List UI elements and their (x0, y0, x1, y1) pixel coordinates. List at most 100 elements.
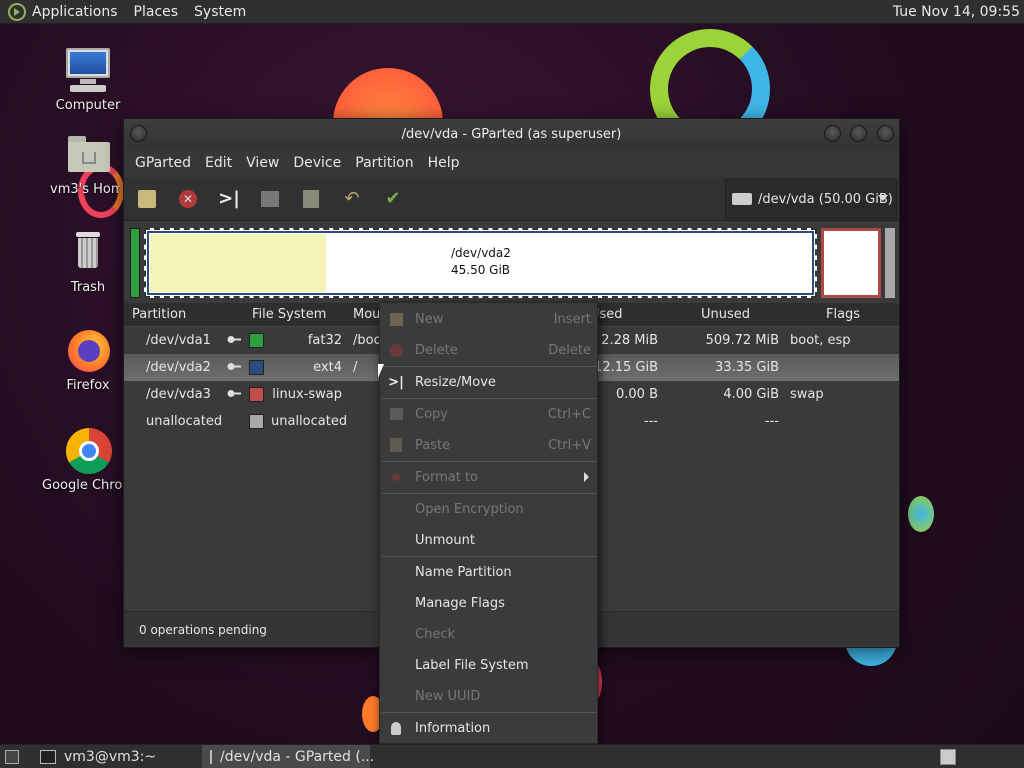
maximize-button[interactable] (850, 125, 867, 142)
minimize-button[interactable] (824, 125, 841, 142)
menu-item-manage-flags[interactable]: Manage Flags (380, 589, 599, 617)
menu-item-open-encryption[interactable]: Open Encryption (380, 495, 599, 523)
desktop-icon-label: Computer (55, 98, 121, 113)
cell-used: 12.15 GiB (594, 360, 658, 375)
desktop-icon-label: Google Chrome (42, 478, 128, 493)
menu-item-unmount[interactable]: Unmount (380, 526, 599, 554)
taskbar-item-gparted[interactable]: /dev/vda - GParted (... (202, 745, 374, 768)
partition-block-vda1[interactable] (130, 228, 140, 298)
operations-pending: 0 operations pending (139, 622, 267, 637)
copy-icon (388, 406, 404, 422)
col-mountpoint[interactable]: Mou (353, 307, 380, 322)
fs-color-swatch (249, 360, 264, 375)
key-icon (227, 333, 241, 343)
cell-partition: /dev/vda3 (146, 387, 211, 402)
desktop-icon-label: vm3's Home (50, 182, 120, 197)
decor-shape (908, 496, 934, 532)
disk-graphic: /dev/vda2 45.50 GiB (124, 221, 899, 301)
menu-item-new[interactable]: New Insert (380, 305, 599, 333)
resize-move-button[interactable]: >| (214, 184, 244, 214)
window-menu-button[interactable] (130, 125, 147, 142)
cell-unused: 509.72 MiB (705, 333, 779, 348)
menu-places[interactable]: Places (134, 4, 179, 20)
col-flags[interactable]: Flags (826, 307, 860, 322)
apply-button[interactable]: ✔ (378, 184, 408, 214)
menu-item-paste[interactable]: Paste Ctrl+V (380, 431, 599, 459)
menu-applications[interactable]: Applications (32, 4, 118, 20)
menu-item-delete[interactable]: Delete Delete (380, 336, 599, 364)
show-desktop-icon[interactable] (5, 750, 19, 764)
col-unused[interactable]: Unused (701, 307, 750, 322)
terminal-icon (40, 750, 56, 764)
chevron-down-icon (878, 195, 888, 201)
cell-unused: --- (764, 414, 779, 429)
format-icon (388, 469, 404, 485)
menu-separator (382, 556, 597, 557)
disk-icon (732, 193, 752, 205)
menu-item-check[interactable]: Check (380, 620, 599, 648)
menu-separator (382, 366, 597, 367)
menu-item-copy[interactable]: Copy Ctrl+C (380, 400, 599, 428)
desktop-icon-computer[interactable]: Computer (38, 46, 138, 113)
col-partition[interactable]: Partition (132, 307, 186, 322)
menu-gparted[interactable]: GParted (128, 155, 198, 171)
key-icon (227, 360, 241, 370)
device-selector[interactable]: /dev/vda (50.00 GiB) (725, 179, 897, 219)
home-folder-icon (64, 130, 112, 178)
col-filesystem[interactable]: File System (252, 307, 326, 322)
partition-context-menu: New Insert Delete Delete >| Resize/Move Cop… (379, 302, 598, 744)
menubar: GParted Edit View Device Partition Help (124, 149, 899, 177)
partition-block-unallocated[interactable] (885, 228, 895, 298)
menu-device[interactable]: Device (286, 155, 348, 171)
menu-system[interactable]: System (194, 4, 246, 20)
partition-block-vda2[interactable]: /dev/vda2 45.50 GiB (144, 228, 817, 298)
resize-icon: >| (218, 188, 240, 209)
menu-item-format-to[interactable]: Format to (380, 463, 599, 491)
cell-filesystem: unallocated (271, 414, 348, 429)
copy-icon (261, 190, 279, 207)
cell-used: 2.28 MiB (601, 333, 658, 348)
window-titlebar[interactable]: /dev/vda - GParted (as superuser) (124, 119, 899, 149)
trash-icon (64, 228, 112, 276)
key-icon (227, 387, 241, 397)
menu-item-resize-move[interactable]: >| Resize/Move (380, 368, 599, 396)
firefox-icon (64, 326, 112, 374)
cell-used: --- (643, 414, 658, 429)
menu-item-new-uuid[interactable]: New UUID (380, 682, 599, 710)
undo-icon: ↶ (344, 188, 360, 209)
mouse-cursor-icon (378, 364, 384, 378)
distro-logo-icon[interactable] (8, 2, 26, 21)
menu-view[interactable]: View (239, 155, 286, 171)
copy-button[interactable] (255, 184, 285, 214)
paste-icon (388, 437, 404, 453)
menu-separator (382, 712, 597, 713)
new-partition-button[interactable] (132, 184, 162, 214)
menu-separator (382, 461, 597, 462)
menu-help[interactable]: Help (421, 155, 467, 171)
clock[interactable]: Tue Nov 14, 09:55 (893, 4, 1020, 20)
menu-item-label-file-system[interactable]: Label File System (380, 651, 599, 679)
delete-icon (388, 342, 404, 358)
cell-mountpoint: / (353, 360, 358, 375)
fs-color-swatch (249, 333, 264, 348)
new-icon (388, 311, 404, 327)
menu-item-information[interactable]: Information (380, 714, 599, 742)
cell-filesystem: linux-swap (272, 387, 342, 402)
menu-item-name-partition[interactable]: Name Partition (380, 558, 599, 586)
delete-partition-button[interactable]: ✕ (173, 184, 203, 214)
info-icon (388, 720, 404, 736)
paste-icon (303, 189, 319, 208)
chrome-icon (64, 426, 112, 474)
undo-button[interactable]: ↶ (337, 184, 367, 214)
taskbar-item-terminal[interactable]: vm3@vm3:~ (32, 745, 197, 768)
cell-partition: /dev/vda2 (146, 360, 211, 375)
cell-mountpoint: /boo (353, 333, 382, 348)
menu-partition[interactable]: Partition (348, 155, 420, 171)
partition-block-vda3[interactable] (821, 228, 881, 298)
menu-separator (382, 493, 597, 494)
paste-button[interactable] (296, 184, 326, 214)
workspace-switcher[interactable] (940, 749, 956, 765)
cell-partition: /dev/vda1 (146, 333, 211, 348)
close-button[interactable] (877, 125, 894, 142)
menu-edit[interactable]: Edit (198, 155, 239, 171)
